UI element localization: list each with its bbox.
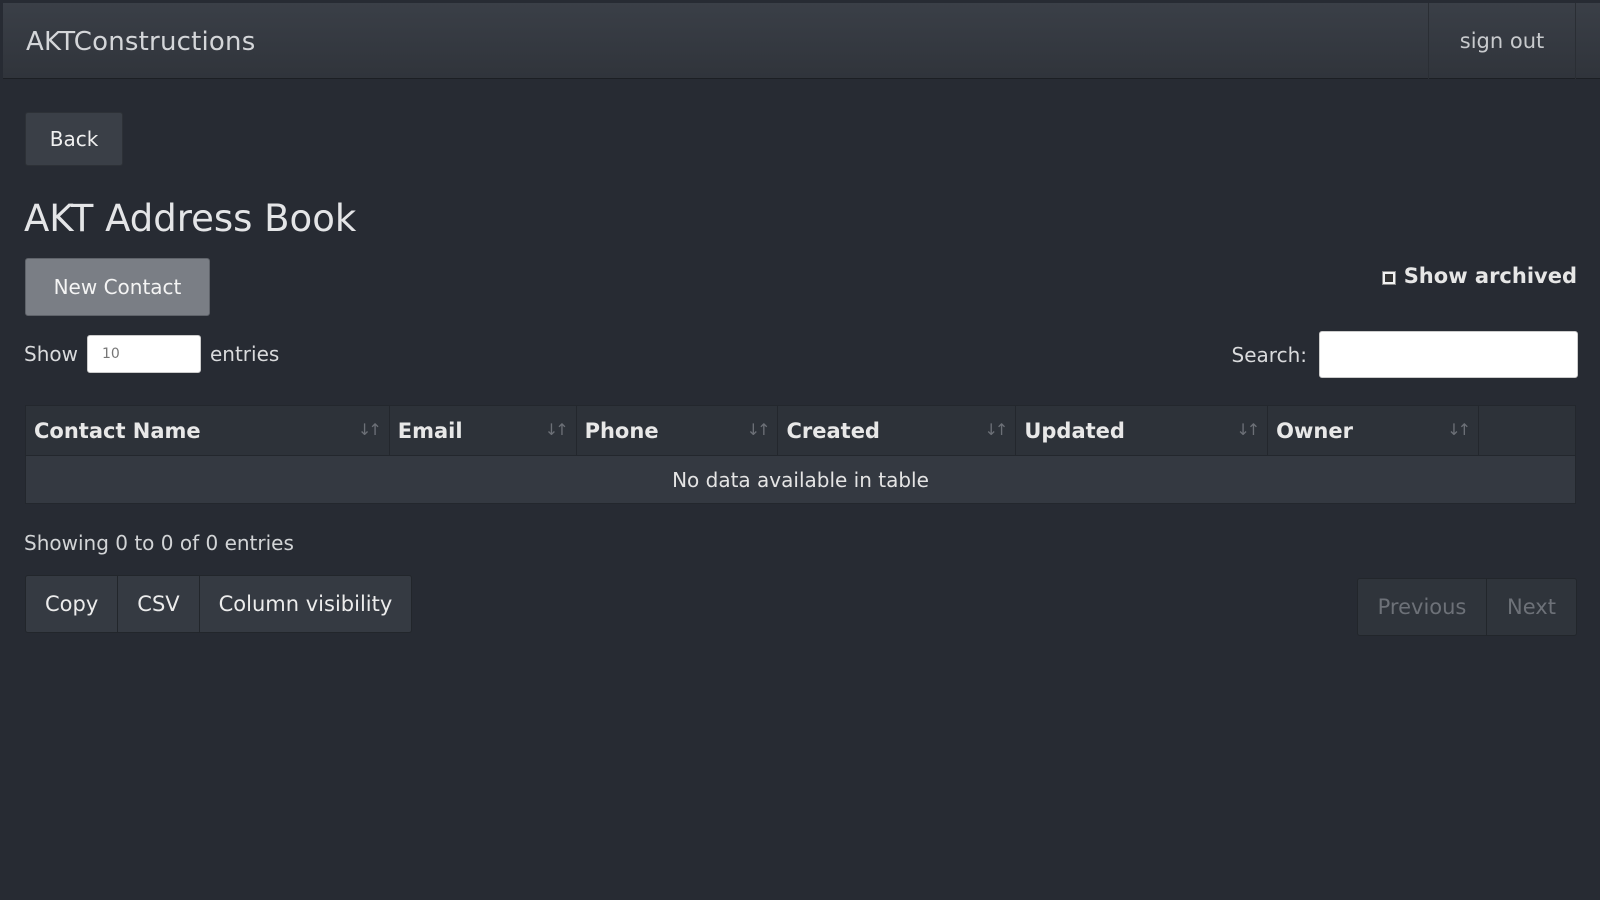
next-page-button[interactable]: Next xyxy=(1487,579,1576,635)
show-archived-toggle[interactable]: Show archived xyxy=(1381,264,1577,288)
search-control: Search: xyxy=(1232,331,1578,378)
column-contact-name[interactable]: Contact Name ↓↑ xyxy=(25,405,390,456)
show-archived-label: Show archived xyxy=(1403,264,1577,288)
sort-icon: ↓↑ xyxy=(1447,420,1471,439)
column-created[interactable]: Created ↓↑ xyxy=(777,405,1017,456)
entries-label: entries xyxy=(209,342,280,366)
copy-button[interactable]: Copy xyxy=(26,576,119,632)
sort-icon: ↓↑ xyxy=(1236,420,1260,439)
column-label: Email xyxy=(397,418,463,443)
column-label: Updated xyxy=(1024,418,1125,443)
show-archived-checkbox[interactable] xyxy=(1381,271,1396,285)
pagination: Previous Next xyxy=(1357,578,1577,636)
column-updated[interactable]: Updated ↓↑ xyxy=(1015,405,1269,456)
export-button-group: Copy CSV Column visibility xyxy=(25,575,413,633)
empty-table-message: No data available in table xyxy=(25,455,1576,504)
column-phone[interactable]: Phone ↓↑ xyxy=(575,405,779,456)
back-button[interactable]: Back xyxy=(25,112,123,166)
entries-length-control: Show entries xyxy=(24,335,279,373)
sign-out-label: sign out xyxy=(1459,29,1545,53)
csv-button[interactable]: CSV xyxy=(118,576,200,632)
previous-page-button[interactable]: Previous xyxy=(1358,579,1487,635)
contacts-table: Contact Name ↓↑ Email ↓↑ Phone ↓↑ Create… xyxy=(25,405,1576,504)
brand-title[interactable]: AKTConstructions xyxy=(26,27,255,57)
entries-length-input[interactable] xyxy=(86,335,201,373)
search-input[interactable] xyxy=(1319,331,1578,378)
table-row: No data available in table xyxy=(25,455,1576,504)
column-actions xyxy=(1478,405,1576,456)
search-label: Search: xyxy=(1231,342,1307,367)
column-label: Contact Name xyxy=(34,418,201,443)
sort-icon: ↓↑ xyxy=(544,420,569,439)
column-label: Phone xyxy=(584,418,659,443)
page-title: AKT Address Book xyxy=(24,197,357,240)
sign-out-link[interactable]: sign out xyxy=(1428,3,1576,79)
column-owner[interactable]: Owner ↓↑ xyxy=(1267,405,1480,456)
table-header-row: Contact Name ↓↑ Email ↓↑ Phone ↓↑ Create… xyxy=(25,405,1576,456)
column-email[interactable]: Email ↓↑ xyxy=(388,405,577,456)
column-label: Created xyxy=(786,418,880,443)
sort-icon: ↓↑ xyxy=(357,420,382,439)
column-visibility-button[interactable]: Column visibility xyxy=(199,576,412,632)
sort-icon: ↓↑ xyxy=(984,420,1009,439)
sort-icon: ↓↑ xyxy=(746,420,771,439)
column-label: Owner xyxy=(1276,418,1353,443)
top-navbar: AKTConstructions sign out xyxy=(3,3,1600,79)
new-contact-button[interactable]: New Contact xyxy=(25,258,210,316)
table-info: Showing 0 to 0 of 0 entries xyxy=(24,531,294,555)
show-label: Show xyxy=(24,342,78,366)
